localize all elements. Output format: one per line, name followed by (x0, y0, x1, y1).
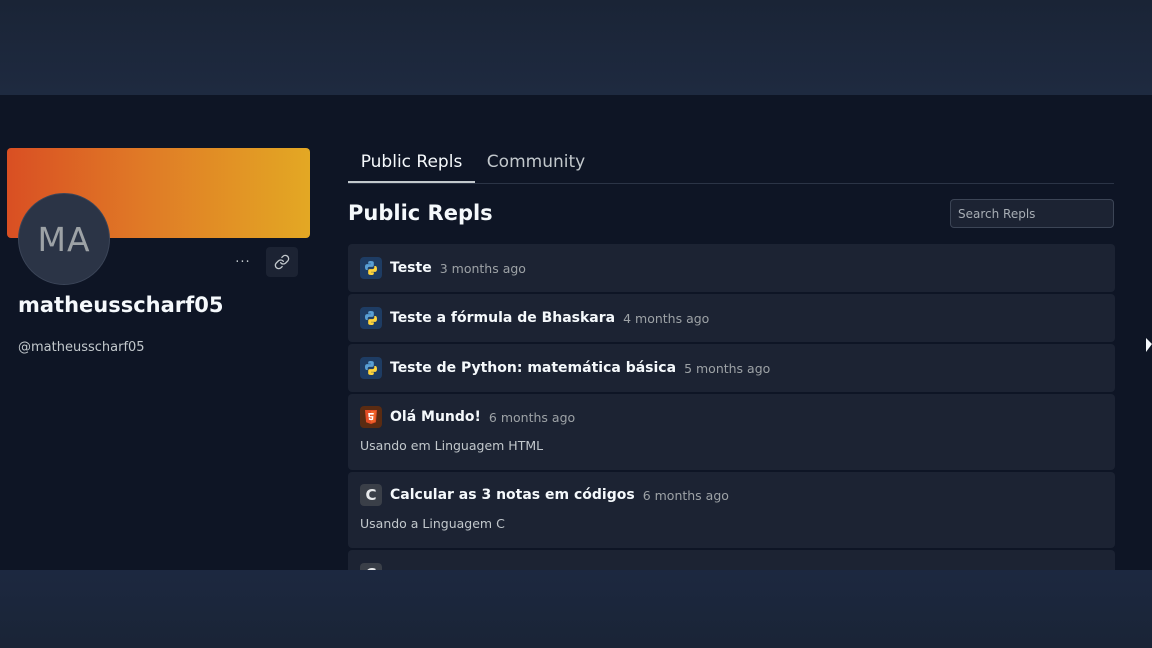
repl-card-header: C (360, 550, 1103, 570)
repl-card[interactable]: Olá Mundo! 6 months ago Usando em Lingua… (348, 394, 1115, 470)
mouse-cursor-icon (1146, 338, 1152, 352)
repl-title: Calcular as 3 notas em códigos (390, 487, 635, 503)
tab-community[interactable]: Community (486, 143, 586, 183)
tab-public-repls[interactable]: Public Repls (348, 143, 475, 183)
copy-link-button[interactable] (266, 247, 298, 277)
ellipsis-icon: ··· (235, 254, 251, 270)
repl-card[interactable]: Teste de Python: matemática básica 5 mon… (348, 344, 1115, 392)
repl-list: Teste 3 months ago Teste a fórmula de Bh… (348, 244, 1115, 570)
c-language-icon: C (360, 484, 382, 506)
repl-card-header: C Calcular as 3 notas em códigos 6 month… (360, 472, 1103, 518)
profile-page: MA ··· matheusscharf05 @matheusscharf05 … (0, 95, 1152, 570)
top-margin-band (0, 0, 1152, 95)
repl-card[interactable]: C Calcular as 3 notas em códigos 6 month… (348, 472, 1115, 548)
more-options-button[interactable]: ··· (229, 247, 257, 277)
repl-title: Teste a fórmula de Bhaskara (390, 310, 616, 326)
repl-title: Teste (390, 260, 432, 276)
repl-time: 5 months ago (684, 360, 771, 376)
repl-time: 6 months ago (642, 487, 729, 503)
repl-card-header: Olá Mundo! 6 months ago (360, 394, 1103, 440)
python-icon (360, 357, 382, 379)
link-icon (274, 254, 290, 270)
repl-card[interactable]: Teste 3 months ago (348, 244, 1115, 292)
repl-time: 4 months ago (623, 310, 710, 326)
repl-card-header: Teste de Python: matemática básica 5 mon… (360, 344, 1103, 392)
avatar: MA (18, 193, 110, 285)
repl-time: 6 months ago (488, 409, 576, 425)
repl-card-header: Teste a fórmula de Bhaskara 4 months ago (360, 294, 1103, 342)
repl-time: 3 months ago (439, 260, 526, 276)
repl-description: Usando a Linguagem C (360, 516, 505, 531)
repl-description: Usando em Linguagem HTML (360, 438, 544, 453)
repl-title: Olá Mundo! (390, 409, 481, 425)
html5-icon (360, 406, 382, 428)
repl-title: Teste de Python: matemática básica (390, 360, 677, 376)
section-title: Public Repls (348, 201, 493, 225)
search-repls-input[interactable] (950, 199, 1114, 228)
bottom-margin-band (0, 570, 1152, 648)
repl-card-partial[interactable]: C (348, 550, 1115, 570)
python-icon (360, 257, 382, 279)
profile-tabs: Public Repls Community (348, 143, 1114, 184)
profile-handle: @matheusscharf05 (18, 340, 145, 355)
python-icon (360, 307, 382, 329)
repl-card[interactable]: Teste a fórmula de Bhaskara 4 months ago (348, 294, 1115, 342)
c-language-icon: C (360, 563, 382, 570)
repl-card-header: Teste 3 months ago (360, 244, 1103, 292)
profile-username: matheusscharf05 (18, 293, 224, 317)
avatar-initials: MA (37, 219, 91, 259)
